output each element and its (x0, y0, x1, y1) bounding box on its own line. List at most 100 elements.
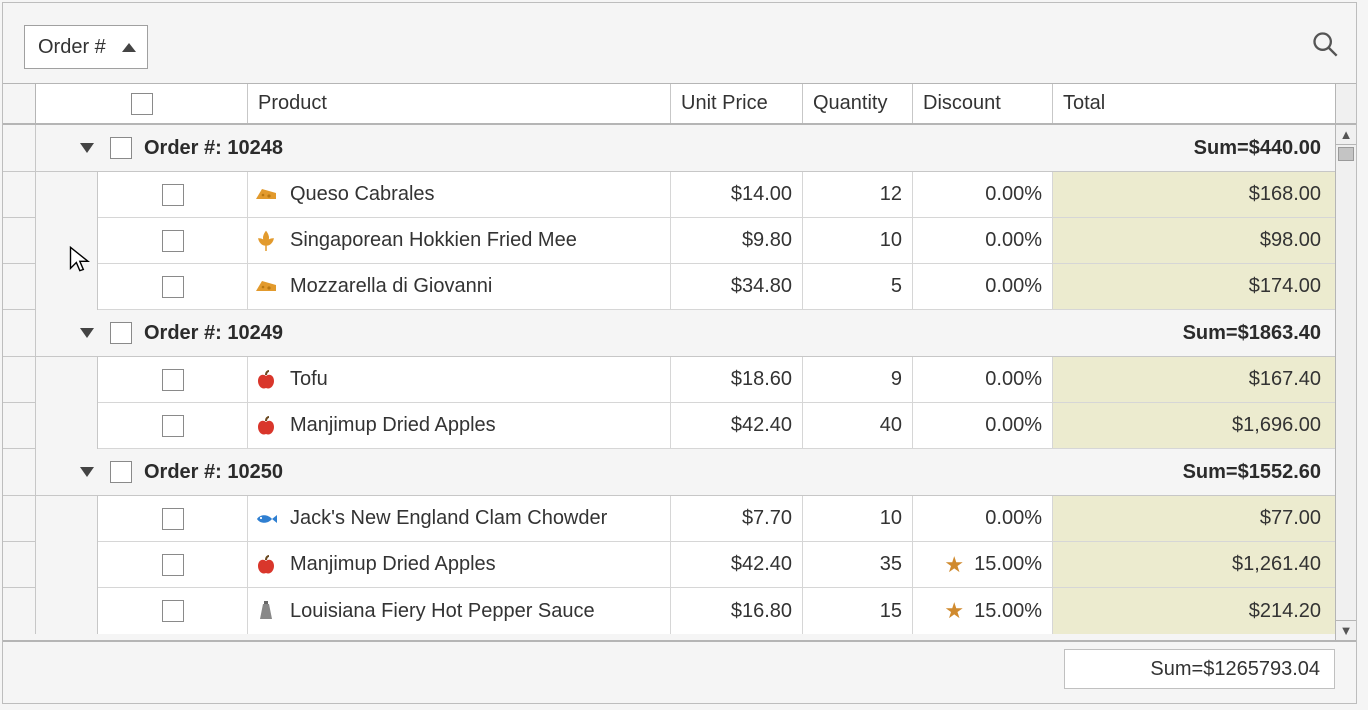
group-expand-icon[interactable] (80, 467, 94, 477)
sort-ascending-icon (122, 43, 136, 52)
cell-total[interactable]: $1,261.40 (1053, 542, 1335, 588)
cell-total[interactable]: $77.00 (1053, 496, 1335, 542)
cell-product-label: Mozzarella di Giovanni (290, 275, 492, 298)
group-indent (36, 588, 98, 634)
group-indent (36, 172, 98, 218)
select-all-checkbox[interactable] (131, 93, 153, 115)
cell-unit-price[interactable]: $16.80 (671, 588, 803, 634)
group-checkbox[interactable] (110, 137, 132, 159)
cell-total[interactable]: $1,696.00 (1053, 403, 1335, 449)
cell-quantity[interactable]: 40 (803, 403, 913, 449)
column-header-quantity[interactable]: Quantity (803, 84, 913, 123)
cell-discount[interactable]: ★15.00% (913, 542, 1053, 588)
group-expand-icon[interactable] (80, 328, 94, 338)
cell-discount[interactable]: 0.00% (913, 172, 1053, 218)
cell-unit-price[interactable]: $42.40 (671, 403, 803, 449)
cell-product[interactable]: Jack's New England Clam Chowder (248, 496, 671, 542)
cell-total[interactable]: $168.00 (1053, 172, 1335, 218)
cell-unit-price[interactable]: $42.40 (671, 542, 803, 588)
row-indicator (3, 310, 36, 356)
cell-product[interactable]: Singaporean Hokkien Fried Mee (248, 218, 671, 264)
row-checkbox[interactable] (162, 369, 184, 391)
select-all-header[interactable] (36, 84, 248, 123)
vertical-scrollbar[interactable]: ▲ ▼ (1335, 125, 1356, 640)
column-header-total-label: Total (1063, 92, 1105, 115)
column-header-quantity-label: Quantity (813, 92, 887, 115)
table-row[interactable]: Tofu $18.6090.00%$167.40 (3, 357, 1335, 403)
row-checkbox[interactable] (162, 184, 184, 206)
product-category-icon (254, 183, 278, 207)
cell-quantity[interactable]: 12 (803, 172, 913, 218)
group-checkbox[interactable] (110, 322, 132, 344)
group-checkbox[interactable] (110, 461, 132, 483)
cell-quantity[interactable]: 9 (803, 357, 913, 403)
row-checkbox[interactable] (162, 276, 184, 298)
product-category-icon (254, 507, 278, 531)
cell-unit-price[interactable]: $14.00 (671, 172, 803, 218)
group-by-box[interactable]: Order # (24, 25, 148, 69)
cell-quantity[interactable]: 10 (803, 218, 913, 264)
cell-unit-price[interactable]: $7.70 (671, 496, 803, 542)
cell-product[interactable]: Manjimup Dried Apples (248, 403, 671, 449)
cell-product[interactable]: Louisiana Fiery Hot Pepper Sauce (248, 588, 671, 634)
cell-discount[interactable]: 0.00% (913, 357, 1053, 403)
cell-unit-price[interactable]: $34.80 (671, 264, 803, 310)
row-checkbox[interactable] (162, 600, 184, 622)
footer-total-sum-label: Sum=$1265793.04 (1150, 658, 1320, 681)
cell-discount-label: 15.00% (974, 553, 1042, 576)
row-checkbox[interactable] (162, 554, 184, 576)
cell-total[interactable]: $174.00 (1053, 264, 1335, 310)
table-row[interactable]: Louisiana Fiery Hot Pepper Sauce$16.8015… (3, 588, 1335, 634)
cell-discount[interactable]: 0.00% (913, 264, 1053, 310)
column-header-row: Product Unit Price Quantity Discount Tot… (3, 83, 1356, 125)
row-select-cell (98, 357, 248, 403)
cell-quantity[interactable]: 5 (803, 264, 913, 310)
cell-total[interactable]: $98.00 (1053, 218, 1335, 264)
group-expand-icon[interactable] (80, 143, 94, 153)
cell-quantity[interactable]: 10 (803, 496, 913, 542)
cell-discount[interactable]: 0.00% (913, 403, 1053, 449)
cell-total[interactable]: $214.20 (1053, 588, 1335, 634)
group-label: Order #: 10249 (144, 322, 283, 345)
table-row[interactable]: Mozzarella di Giovanni $34.8050.00%$174.0… (3, 264, 1335, 310)
column-header-product-label: Product (258, 92, 327, 115)
row-indicator (3, 357, 36, 403)
row-select-cell (98, 403, 248, 449)
cell-discount[interactable]: 0.00% (913, 496, 1053, 542)
cell-total[interactable]: $167.40 (1053, 357, 1335, 403)
column-header-unit-price[interactable]: Unit Price (671, 84, 803, 123)
group-label: Order #: 10250 (144, 461, 283, 484)
scroll-up-icon[interactable]: ▲ (1336, 125, 1356, 145)
cell-discount[interactable]: ★15.00% (913, 588, 1053, 634)
cell-discount[interactable]: 0.00% (913, 218, 1053, 264)
row-checkbox[interactable] (162, 230, 184, 252)
cell-product-label: Singaporean Hokkien Fried Mee (290, 229, 577, 252)
product-category-icon (254, 368, 278, 392)
table-row[interactable]: Jack's New England Clam Chowder$7.70100.… (3, 496, 1335, 542)
cell-quantity[interactable]: 15 (803, 588, 913, 634)
scrollbar-thumb[interactable] (1338, 147, 1354, 161)
row-indicator (3, 172, 36, 218)
search-icon[interactable] (1311, 30, 1339, 58)
cell-unit-price[interactable]: $9.80 (671, 218, 803, 264)
cell-product[interactable]: Manjimup Dried Apples (248, 542, 671, 588)
table-row[interactable]: Manjimup Dried Apples$42.4035★15.00%$1,2… (3, 542, 1335, 588)
row-checkbox[interactable] (162, 415, 184, 437)
cell-unit-price[interactable]: $18.60 (671, 357, 803, 403)
row-checkbox[interactable] (162, 508, 184, 530)
cell-product[interactable]: Mozzarella di Giovanni (248, 264, 671, 310)
scroll-down-icon[interactable]: ▼ (1336, 620, 1356, 640)
column-header-product[interactable]: Product (248, 84, 671, 123)
table-row[interactable]: Queso Cabrales$14.00120.00%$168.00 (3, 172, 1335, 218)
cell-quantity[interactable]: 35 (803, 542, 913, 588)
column-header-total[interactable]: Total (1053, 84, 1335, 123)
grid-footer: Sum=$1265793.04 (3, 640, 1356, 700)
cell-product[interactable]: Queso Cabrales (248, 172, 671, 218)
column-header-discount[interactable]: Discount (913, 84, 1053, 123)
group-header: Order #: 10249Sum=$1863.40 (3, 310, 1335, 357)
cell-product-label: Tofu (290, 368, 328, 391)
cell-product[interactable]: Tofu (248, 357, 671, 403)
grid-body: Order #: 10248Sum=$440.00Queso Cabrales$… (3, 125, 1356, 640)
table-row[interactable]: Manjimup Dried Apples$42.40400.00%$1,696… (3, 403, 1335, 449)
table-row[interactable]: Singaporean Hokkien Fried Mee $9.80100.00… (3, 218, 1335, 264)
